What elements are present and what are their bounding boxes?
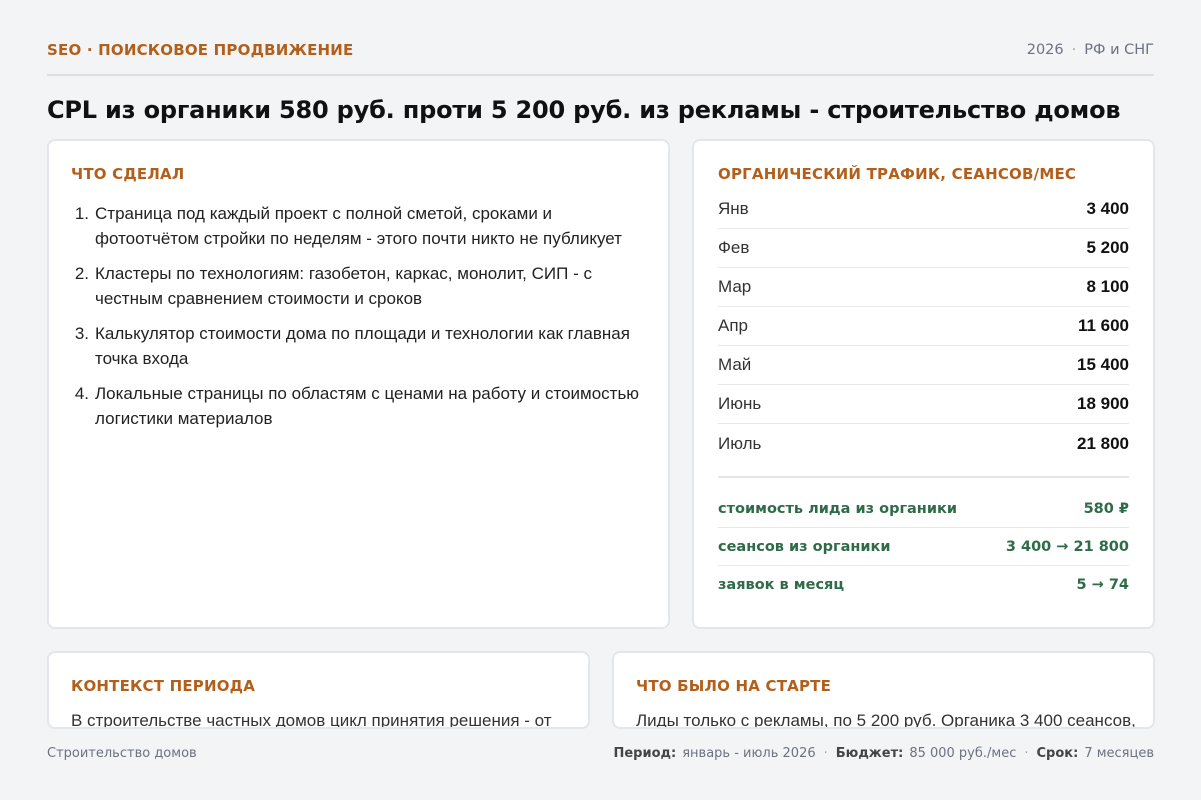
summary-row: стоимость лида из органики 580 ₽ xyxy=(718,490,1129,528)
results-summary: стоимость лида из органики 580 ₽ сеансов… xyxy=(718,476,1129,604)
summary-row: заявок в месяц 5 → 74 xyxy=(718,566,1129,604)
table-row: Май 15 400 xyxy=(718,346,1129,385)
sessions-cell: 3 400 xyxy=(1086,199,1129,218)
table-row: Апр 11 600 xyxy=(718,307,1129,346)
month-cell: Фев xyxy=(718,238,750,257)
term-label: Срок: xyxy=(1036,745,1079,761)
project-meta: Период: январь - июль 2026 · Бюджет: 85 … xyxy=(613,746,1154,761)
list-item-text: Кластеры по технологиям: газобетон, карк… xyxy=(95,264,592,308)
organic-traffic-title: ОРГАНИЧЕСКИЙ ТРАФИК, СЕАНСОВ/МЕС xyxy=(718,165,1077,183)
starting-point-title: ЧТО БЫЛО НА СТАРТЕ xyxy=(636,677,832,695)
summary-value: 580 ₽ xyxy=(1083,500,1129,517)
summary-value: 5 → 74 xyxy=(1076,577,1129,593)
top-bar: SEO · ПОИСКОВОЕ ПРОДВИЖЕНИЕ 2026 · РФ и … xyxy=(47,38,1154,76)
period-label: Период: xyxy=(613,745,677,761)
list-item-number: 1. xyxy=(74,204,89,223)
summary-value: 3 400 → 21 800 xyxy=(1005,538,1129,555)
starting-point-text: Лиды только с рекламы, по 5 200 руб. Орг… xyxy=(636,711,1136,729)
footer-separator: · xyxy=(1024,745,1029,761)
month-cell: Июнь xyxy=(718,394,762,413)
sessions-cell: 21 800 xyxy=(1077,433,1129,453)
starting-point-card: ЧТО БЫЛО НА СТАРТЕ Лиды только с рекламы… xyxy=(612,651,1155,729)
footer: Строительство домов Период: январь - июл… xyxy=(47,743,1154,763)
budget-label: Бюджет: xyxy=(835,745,904,761)
month-cell: Мар xyxy=(718,277,752,296)
list-item-text: Калькулятор стоимости дома по площади и … xyxy=(95,324,630,368)
month-cell: Янв xyxy=(718,199,749,218)
sessions-cell: 5 200 xyxy=(1086,238,1129,257)
list-item: 4. Локальные страницы по областям с цена… xyxy=(71,381,646,431)
steps-list: 1. Страница под каждый проект с полной с… xyxy=(71,201,646,431)
list-item: 1. Страница под каждый проект с полной с… xyxy=(71,201,646,251)
month-cell: Июль xyxy=(718,433,762,453)
list-item-text: Локальные страницы по областям с ценами … xyxy=(95,384,640,428)
list-item-number: 3. xyxy=(74,324,89,343)
niche-label: Строительство домов xyxy=(47,745,197,761)
table-row: Июнь 18 900 xyxy=(718,385,1129,424)
list-item: 3. Калькулятор стоимости дома по площади… xyxy=(71,321,646,371)
table-row: Фев 5 200 xyxy=(718,229,1129,268)
sessions-cell: 15 400 xyxy=(1077,355,1129,374)
traffic-table: Янв 3 400 Фев 5 200 Мар 8 100 Апр 11 600… xyxy=(718,190,1129,463)
region-label: РФ и СНГ xyxy=(1084,42,1154,58)
header-meta: 2026 · РФ и СНГ xyxy=(1027,38,1154,62)
footer-separator: · xyxy=(823,745,828,761)
summary-row: сеансов из органики 3 400 → 21 800 xyxy=(718,528,1129,566)
sessions-cell: 18 900 xyxy=(1077,394,1129,413)
table-row: Янв 3 400 xyxy=(718,190,1129,229)
list-item-text: Страница под каждый проект с полной смет… xyxy=(95,204,622,248)
table-row: Июль 21 800 xyxy=(718,424,1129,463)
list-item-number: 2. xyxy=(74,264,89,283)
month-cell: Апр xyxy=(718,316,748,335)
section-kicker: SEO · ПОИСКОВОЕ ПРОДВИЖЕНИЕ xyxy=(47,41,354,59)
budget-value: 85 000 руб./мес xyxy=(909,745,1017,761)
page-title: CPL из органики 580 руб. проти 5 200 руб… xyxy=(47,96,1121,124)
summary-label: заявок в месяц xyxy=(718,577,845,593)
period-context-text: В строительстве частных домов цикл приня… xyxy=(71,711,552,729)
sessions-cell: 11 600 xyxy=(1077,316,1129,335)
month-cell: Май xyxy=(718,355,752,374)
period-context-title: КОНТЕКСТ ПЕРИОДА xyxy=(71,677,256,695)
table-row: Мар 8 100 xyxy=(718,268,1129,307)
what-was-done-title: ЧТО СДЕЛАЛ xyxy=(71,165,185,183)
year-label: 2026 xyxy=(1026,42,1064,58)
period-context-card: КОНТЕКСТ ПЕРИОДА В строительстве частных… xyxy=(47,651,590,729)
meta-separator: · xyxy=(1071,42,1077,58)
summary-label: стоимость лида из органики xyxy=(718,500,957,517)
organic-traffic-card: ОРГАНИЧЕСКИЙ ТРАФИК, СЕАНСОВ/МЕС Янв 3 4… xyxy=(692,139,1155,629)
sessions-cell: 8 100 xyxy=(1086,277,1129,296)
summary-label: сеансов из органики xyxy=(718,538,891,555)
term-value: 7 месяцев xyxy=(1084,745,1154,761)
period-value: январь - июль 2026 xyxy=(682,745,816,761)
list-item-number: 4. xyxy=(74,384,89,403)
list-item: 2. Кластеры по технологиям: газобетон, к… xyxy=(71,261,646,311)
what-was-done-card: ЧТО СДЕЛАЛ 1. Страница под каждый проект… xyxy=(47,139,670,629)
